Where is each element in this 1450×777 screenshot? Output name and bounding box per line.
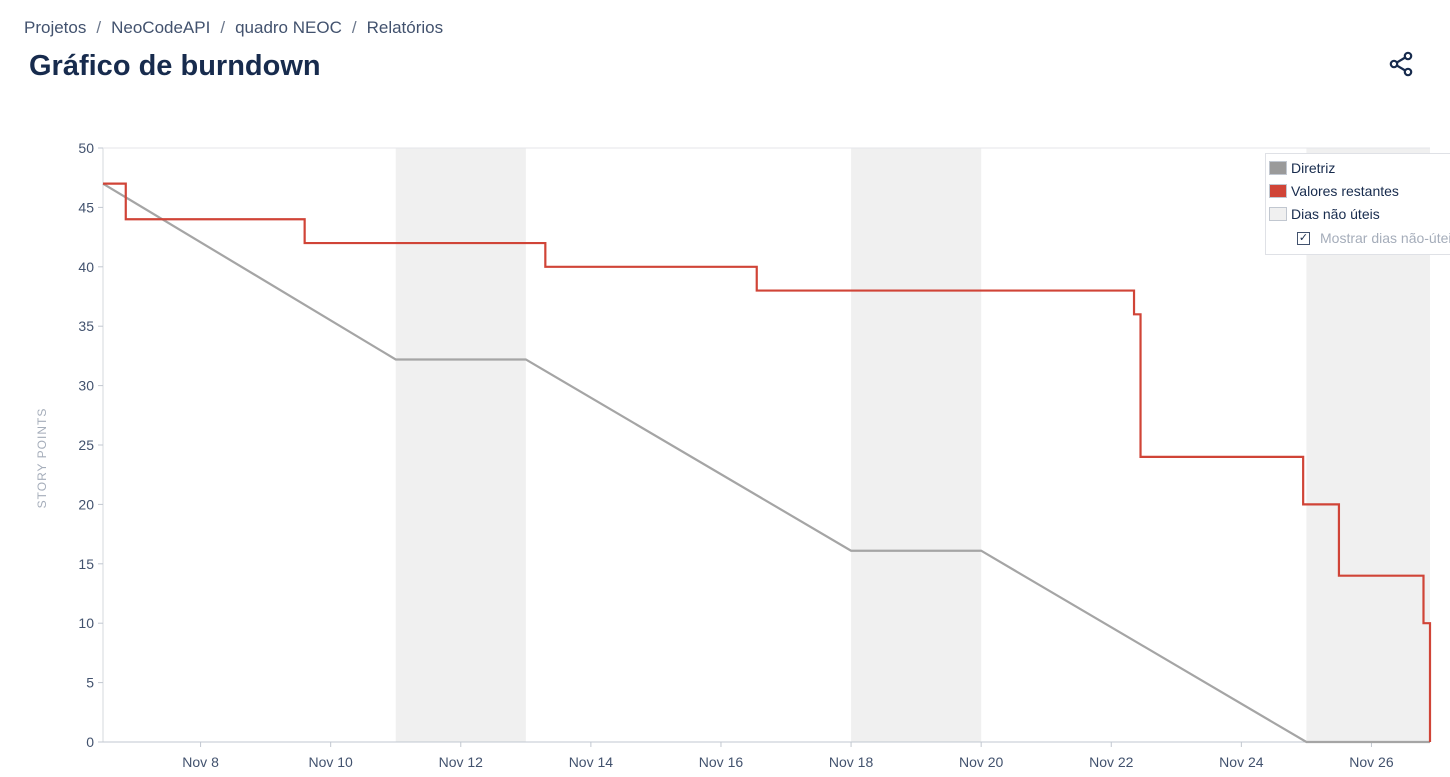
y-tick-label: 20 — [78, 496, 94, 512]
show-non-working-toggle[interactable]: ✓ Mostrar dias não-úteis — [1297, 230, 1450, 246]
legend-swatch-non-working — [1269, 207, 1287, 221]
legend-item-guideline[interactable]: Diretriz — [1269, 158, 1335, 178]
legend-swatch-guideline — [1269, 161, 1287, 175]
y-tick-label: 10 — [78, 615, 94, 631]
x-tick-label: Nov 22 — [1089, 754, 1134, 770]
y-tick-label: 40 — [78, 259, 94, 275]
x-tick-label: Nov 18 — [829, 754, 874, 770]
legend-item-non-working[interactable]: Dias não úteis — [1269, 204, 1380, 224]
non-working-band — [851, 148, 982, 742]
legend-swatch-remaining — [1269, 184, 1287, 198]
x-tick-label: Nov 20 — [959, 754, 1004, 770]
legend-item-remaining[interactable]: Valores restantes — [1269, 181, 1399, 201]
y-tick-label: 25 — [78, 437, 94, 453]
legend-label-remaining: Valores restantes — [1291, 183, 1399, 199]
x-tick-label: Nov 26 — [1349, 754, 1394, 770]
y-tick-label: 35 — [78, 318, 94, 334]
x-tick-label: Nov 8 — [182, 754, 219, 770]
y-tick-label: 45 — [78, 199, 94, 215]
legend-label-guideline: Diretriz — [1291, 160, 1336, 176]
show-non-working-checkbox[interactable]: ✓ — [1297, 231, 1310, 245]
chart-legend: Diretriz Valores restantes Dias não útei… — [1265, 153, 1450, 255]
guideline-line — [102, 182, 1430, 744]
y-tick-label: 5 — [86, 675, 94, 691]
show-non-working-label: Mostrar dias não-úteis — [1320, 230, 1450, 246]
y-tick-label: 50 — [78, 140, 94, 156]
burndown-chart: 0 5 10 15 20 25 30 35 40 45 50 Nov 8 Nov 10 Nov 12 Nov… — [35, 140, 1432, 770]
x-tick-label: Nov 12 — [439, 754, 484, 770]
non-working-band — [395, 148, 526, 742]
remaining-values-line — [103, 182, 1432, 742]
x-tick-label: Nov 10 — [308, 754, 353, 770]
x-tick-label: Nov 16 — [699, 754, 744, 770]
x-tick-label: Nov 24 — [1219, 754, 1264, 770]
y-tick-label: 30 — [78, 378, 94, 394]
y-axis-label: STORY POINTS — [35, 408, 49, 509]
y-tick-label: 15 — [78, 556, 94, 572]
y-tick-label: 0 — [86, 734, 94, 750]
legend-label-non-working: Dias não úteis — [1291, 206, 1380, 222]
x-tick-label: Nov 14 — [569, 754, 614, 770]
